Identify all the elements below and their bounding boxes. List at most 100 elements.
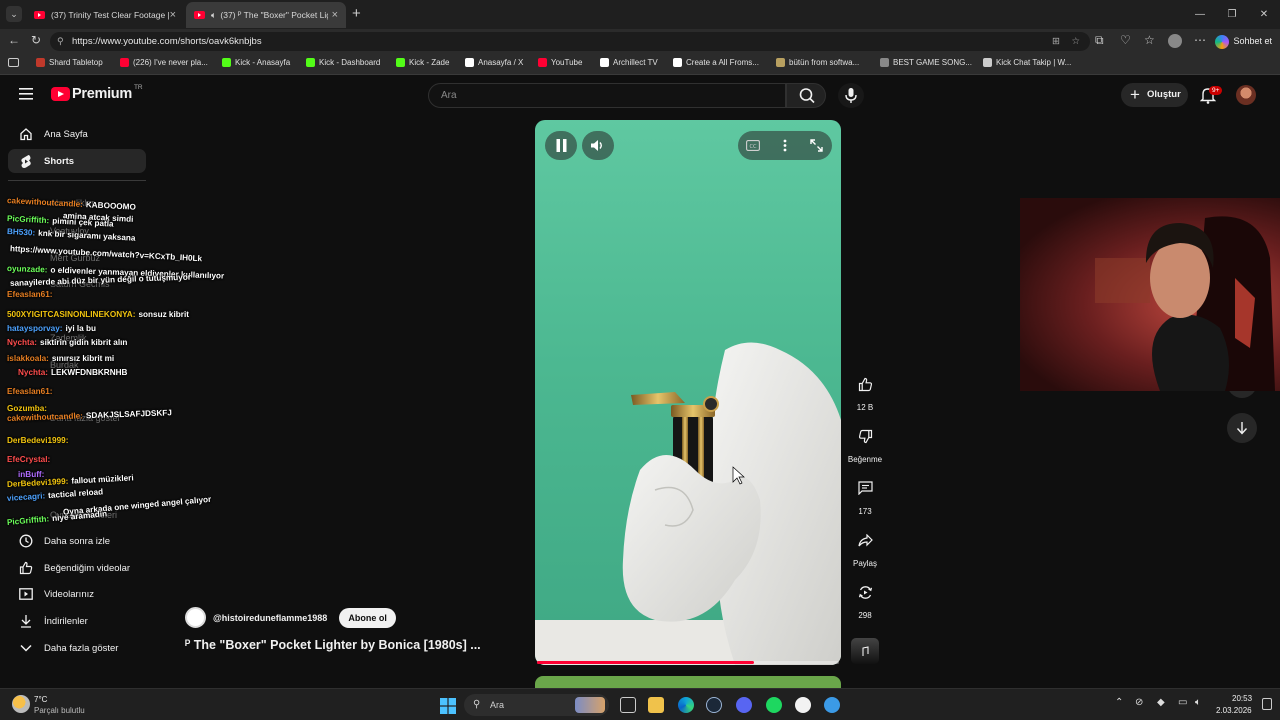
- bookmark-favicon-icon: [36, 58, 45, 67]
- bookmark-item[interactable]: Kick - Dashboard: [306, 58, 380, 67]
- extensions-icon[interactable]: ⧉: [1095, 33, 1104, 48]
- restore-icon[interactable]: ❐: [1216, 0, 1248, 29]
- shorts-video-player[interactable]: [535, 120, 841, 665]
- next-short-button[interactable]: [1227, 413, 1257, 443]
- new-tab-button[interactable]: +: [352, 5, 361, 22]
- unreal-engine-icon[interactable]: [795, 697, 811, 713]
- video-frame-lighter: [535, 342, 841, 665]
- bookmark-item[interactable]: bütün from softwa...: [776, 58, 859, 67]
- file-explorer-icon[interactable]: [648, 697, 664, 713]
- captions-icon[interactable]: CC: [746, 140, 760, 151]
- sidebar-item-liked-videos[interactable]: Beğendiğim videolar: [8, 556, 146, 580]
- volume-icon[interactable]: 🔈︎: [1195, 697, 1201, 708]
- copilot-chat-button[interactable]: Sohbet et: [1215, 32, 1272, 51]
- youtube-premium-logo[interactable]: Premium TR: [51, 84, 143, 102]
- windows-start-icon[interactable]: [440, 698, 456, 714]
- tab-manager-icon[interactable]: [8, 58, 19, 67]
- search-input[interactable]: Ara: [428, 83, 786, 108]
- bookmark-item[interactable]: Kick Chat Takip | W...: [983, 58, 1071, 67]
- bookmark-item[interactable]: BEST GAME SONG...: [880, 58, 972, 67]
- sidebar-item-home[interactable]: Ana Sayfa: [8, 122, 146, 146]
- search-button[interactable]: [786, 83, 826, 108]
- tray-muted-icon[interactable]: ⊘: [1135, 697, 1143, 708]
- chat-username: hataysporvay:: [7, 324, 63, 333]
- like-button[interactable]: [850, 369, 880, 399]
- bookmark-item[interactable]: Kick - Zade: [396, 58, 449, 67]
- tray-app-icon[interactable]: ◆: [1157, 697, 1165, 708]
- bookmark-item[interactable]: (226) I've never pla...: [120, 58, 208, 67]
- profile-avatar[interactable]: [1168, 34, 1182, 48]
- chat-username: Gozumba:: [7, 404, 48, 413]
- search-icon: ⚲: [473, 699, 481, 710]
- fullscreen-icon[interactable]: [810, 139, 823, 152]
- sidebar-item-watch-later[interactable]: Daha sonra izle: [8, 529, 146, 553]
- create-button[interactable]: Oluştur: [1121, 83, 1188, 107]
- close-window-icon[interactable]: ✕: [1248, 0, 1280, 29]
- clock-date[interactable]: 2.03.2026: [1216, 706, 1252, 715]
- more-options-icon[interactable]: ⋯: [1194, 33, 1206, 47]
- pause-icon[interactable]: [556, 139, 567, 152]
- account-avatar[interactable]: [1236, 85, 1256, 105]
- steam-icon[interactable]: [706, 697, 722, 713]
- bookmark-item[interactable]: YouTube: [538, 58, 582, 67]
- bookmark-item[interactable]: Create a All Froms...: [673, 58, 759, 67]
- bookmark-item[interactable]: Archillect TV: [600, 58, 658, 67]
- sidebar-item-downloads[interactable]: İndirilenler: [8, 609, 146, 633]
- remix-button[interactable]: [850, 577, 880, 607]
- taskbar-search-label: Ara: [490, 700, 505, 710]
- bookmark-item[interactable]: Shard Tabletop: [36, 58, 103, 67]
- tab-boxer-lighter[interactable]: 🔈︎ (37) ᴾ The "Boxer" Pocket Lig ×: [186, 2, 346, 28]
- notification-center-icon[interactable]: [1262, 698, 1272, 710]
- channel-name[interactable]: @histoireduneflamme1988: [213, 613, 327, 623]
- browser-essentials-icon[interactable]: ♡: [1120, 33, 1131, 47]
- reload-icon[interactable]: ↻: [31, 33, 41, 47]
- edge-browser-icon[interactable]: [678, 697, 694, 713]
- task-view-icon[interactable]: [620, 697, 636, 713]
- weather-icon[interactable]: [12, 695, 30, 713]
- taskbar-search[interactable]: ⚲ Ara: [464, 694, 609, 716]
- tray-chevron-icon[interactable]: ⌃: [1115, 697, 1123, 708]
- tab-actions-icon[interactable]: ⌄: [6, 6, 22, 22]
- dislike-button[interactable]: [850, 421, 880, 451]
- comments-button[interactable]: [850, 473, 880, 503]
- tab-trinity[interactable]: (37) Trinity Test Clear Footage | Op ×: [26, 2, 184, 28]
- more-vert-icon[interactable]: [783, 139, 787, 152]
- subscribe-button[interactable]: Abone ol: [339, 607, 396, 628]
- sidebar-item-shorts[interactable]: Shorts: [8, 149, 146, 173]
- bookmark-item[interactable]: Anasayfa / X: [465, 58, 523, 67]
- discord-icon[interactable]: [736, 697, 752, 713]
- remix-icon: [858, 585, 872, 599]
- speaker-icon[interactable]: 🔈︎: [211, 10, 216, 21]
- bookmark-item[interactable]: Kick - Anasayfa: [222, 58, 290, 67]
- video-progress-track[interactable]: [537, 661, 839, 664]
- short-title[interactable]: ᴾ The "Boxer" Pocket Lighter by Bonica […: [185, 638, 481, 652]
- sound-thumbnail[interactable]: [851, 638, 879, 664]
- spotify-icon[interactable]: [766, 697, 782, 713]
- channel-avatar[interactable]: [185, 607, 206, 628]
- address-bar[interactable]: ⚲ https://www.youtube.com/shorts/oavk6kn…: [50, 32, 1090, 51]
- sidebar-item-label: Daha fazla göster: [44, 642, 119, 654]
- favorites-icon[interactable]: ☆: [1144, 33, 1155, 47]
- volume-icon[interactable]: [590, 139, 605, 152]
- chat-username: DerBedevi1999:: [6, 476, 69, 489]
- menu-hamburger-icon[interactable]: [19, 88, 33, 100]
- minimize-icon[interactable]: —: [1184, 0, 1216, 29]
- back-arrow-icon[interactable]: ←: [8, 33, 20, 47]
- voice-search-button[interactable]: [838, 83, 864, 108]
- clock-time[interactable]: 20:53: [1232, 694, 1252, 703]
- close-tab-icon[interactable]: ×: [170, 9, 176, 21]
- bookmark-label: Shard Tabletop: [49, 58, 103, 67]
- favorite-star-icon[interactable]: ☆: [1071, 32, 1080, 51]
- share-button[interactable]: [850, 525, 880, 555]
- app-available-icon[interactable]: ⊞: [1052, 32, 1060, 51]
- network-icon[interactable]: ▭: [1178, 697, 1187, 708]
- sidebar-item-your-videos[interactable]: Videolarınız: [8, 582, 146, 606]
- streamer-webcam: [1020, 198, 1280, 391]
- close-tab-icon[interactable]: ×: [332, 9, 338, 21]
- site-info-icon[interactable]: ⚲: [57, 32, 64, 51]
- thumbs-up-icon: [858, 377, 872, 391]
- sidebar-item-show-more[interactable]: Daha fazla göster: [8, 636, 146, 660]
- app-icon[interactable]: [824, 697, 840, 713]
- chat-message: Efeaslan61:: [7, 290, 56, 299]
- next-short-preview: [535, 676, 841, 688]
